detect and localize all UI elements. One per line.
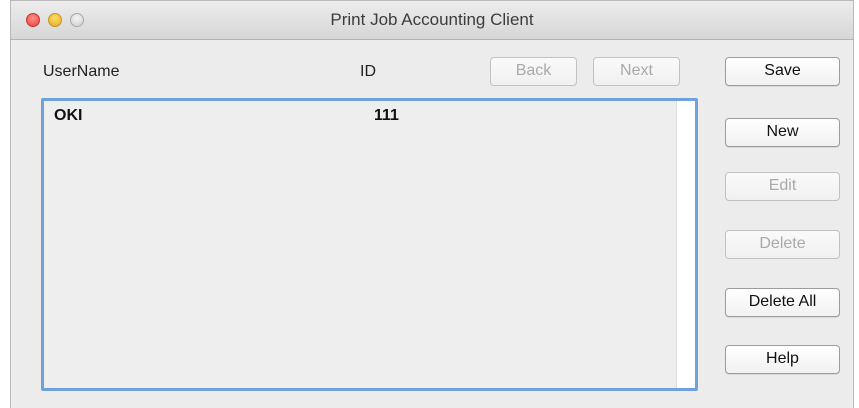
list-item-id: 111 [374,107,399,124]
list-content: OKI 111 [44,101,677,388]
column-header-username: UserName [43,63,120,80]
next-button[interactable]: Next [593,57,680,86]
new-button[interactable]: New [725,118,840,147]
list-scroll-gutter [676,101,695,388]
user-list[interactable]: OKI 111 [41,98,698,391]
edit-button[interactable]: Edit [725,172,840,201]
help-button[interactable]: Help [725,345,840,374]
save-button[interactable]: Save [725,57,840,86]
delete-button[interactable]: Delete [725,230,840,259]
app-window: Print Job Accounting Client UserName ID … [10,0,854,408]
window-title: Print Job Accounting Client [330,10,534,29]
title-bar[interactable]: Print Job Accounting Client [11,1,853,40]
list-item-username: OKI [54,107,83,124]
delete-all-button[interactable]: Delete All [725,288,840,317]
back-button[interactable]: Back [490,57,577,86]
column-header-id: ID [360,63,376,80]
